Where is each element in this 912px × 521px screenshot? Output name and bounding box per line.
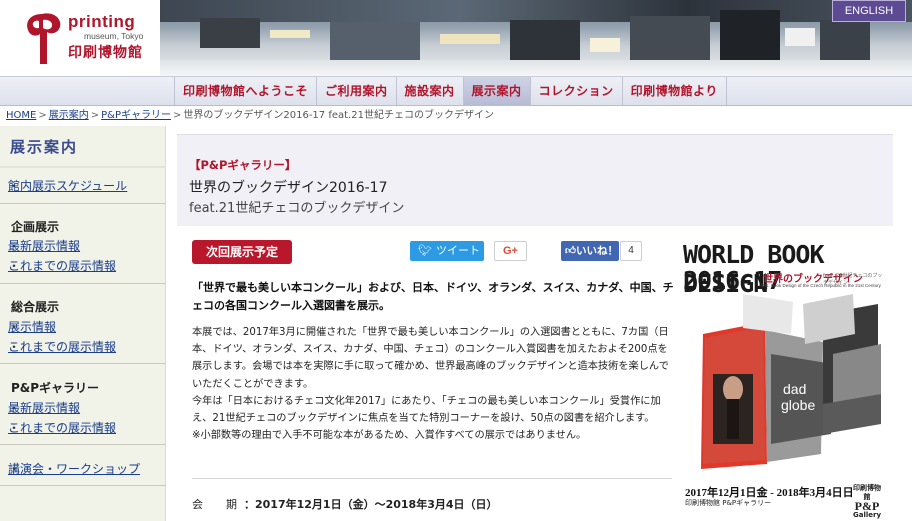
sidebar-divider [0,363,166,364]
like-count: 4 [620,241,642,261]
sidebar-link-gallery-past[interactable]: これまでの展示情報 [8,419,116,436]
description-paragraph: 今年は「日本におけるチェコ文化年2017」にあたり、「チェコの最も美しい本コンク… [192,395,661,425]
nav-item-exhibits[interactable]: 展示案内 [462,77,530,105]
poster-footer-logo-pp: P&P [854,499,880,513]
sidebar-link-special-past[interactable]: これまでの展示情報 [8,257,116,274]
breadcrumb-separator: > [38,110,47,121]
logo-text-en: printing [68,12,136,31]
sidebar-divider [0,283,166,284]
sidebar-link-label: 最新展示情報 [8,239,81,253]
period-value: ：2017年12月1日（金）～2018年3月4日（日） [244,498,498,511]
global-nav: 印刷博物館へようこそ ご利用案内 施設案内 展示案内 コレクション 印刷博物館よ… [0,76,912,106]
poster-footer: 印刷博物館 P&Pギャラリー [685,499,772,507]
nav-item-welcome[interactable]: 印刷博物館へようこそ [174,77,316,105]
sidebar-head-special: 企画展示 [11,220,60,234]
description-note: ※小部数等の理由で入手不可能な本があるため、入賞作すべての展示ではありません。 [192,430,587,442]
sidebar-link-lectures[interactable]: 講演会・ワークショップ [8,460,140,477]
exhibit-description: 本展では、2017年3月に開催された「世界で最も美しい本コンクール」の入選図書と… [192,324,674,444]
poster-book-text-globe: globe [781,397,815,413]
breadcrumb-exhibits[interactable]: 展示案内 [49,110,89,121]
nav-item-facilities[interactable]: 施設案内 [395,77,463,105]
sidebar: 展示案内 館内展示スケジュール 企画展示 最新展示情報 これまでの展示情報 総合… [0,126,166,521]
sidebar-link-general-past[interactable]: これまでの展示情報 [8,338,116,355]
breadcrumb-separator: > [172,110,182,121]
like-label: いいね！ [575,245,618,257]
exhibit-period: 会 期：2017年12月1日（金）～2018年3月4日（日） [192,496,498,512]
next-exhibit-button[interactable]: 次回展示予定 [192,240,292,264]
sidebar-link-label: これまでの展示情報 [8,340,117,354]
breadcrumb-current: 世界のブックデザイン2016-17 feat.21世紀チェコのブックデザイン [183,110,494,121]
logo-text-ja: 印刷博物館 [68,45,143,61]
sidebar-divider [0,203,166,204]
tweet-label: ツイート [435,245,480,257]
tweet-button[interactable]: 🐦︎ ツイート [410,241,484,261]
sidebar-head-general: 総合展示 [11,300,60,314]
breadcrumb-home[interactable]: HOME [6,110,36,121]
exhibit-poster[interactable]: WORLD BOOK DESIGN 2016-17 世界のブックデザイン fea… [683,236,883,521]
sidebar-divider [0,485,166,486]
header-photo: ENGLISH [160,0,912,76]
exhibit-header: 【P&Pギャラリー】 世界のブックデザイン2016-17 feat.21世紀チェ… [177,134,893,226]
poster-en-sub: feat. Book Design of the Czech Republic … [761,283,881,288]
logo-text-sub: museum, Tokyo [84,31,144,41]
sidebar-link-gallery-latest[interactable]: 最新展示情報 [8,399,80,416]
sidebar-title-divider [0,166,166,168]
exhibit-title: 世界のブックデザイン2016-17 [189,180,388,196]
exhibit-subtitle: feat.21世紀チェコのブックデザイン [189,201,405,216]
facebook-like-button[interactable]: 👍︎いいね！ [561,241,619,261]
breadcrumb: HOME > 展示案内 > P&Pギャラリー > 世界のブックデザイン2016-17 fea… [6,107,494,125]
site-header: printing museum, Tokyo 印刷博物館 ENGLISH [0,0,912,76]
period-label: 会 期 [192,498,243,511]
sidebar-link-special-latest[interactable]: 最新展示情報 [8,237,80,254]
breadcrumb-gallery[interactable]: P&Pギャラリー [101,110,171,121]
poster-footer-logo-gallery: Gallery [852,511,882,519]
printing-museum-logo-icon [27,13,61,64]
sidebar-link-label: 講演会・ワークショップ [8,462,141,476]
sidebar-title: 展示案内 [10,138,79,156]
nav-item-collection[interactable]: コレクション [529,77,622,105]
exhibit-lead: 「世界で最も美しい本コンクール」および、日本、ドイツ、オランダ、スイス、カナダ、… [192,281,674,312]
poster-books-image: dad globe [701,294,881,469]
poster-footer-logo: 印刷博物館 P&P Gallery [851,484,883,520]
description-paragraph: 本展では、2017年3月に開催された「世界で最も美しい本コンクール」の入選図書と… [192,327,669,390]
exhibit-category: 【P&Pギャラリー】 [189,158,297,172]
poster-book-text-dad: dad [783,381,806,397]
sidebar-link-label: 展示情報 [8,320,57,334]
sidebar-link-label: これまでの展示情報 [8,259,117,273]
sidebar-head-gallery: P&Pギャラリー [11,381,100,395]
breadcrumb-separator: > [90,110,100,121]
nav-item-guide[interactable]: ご利用案内 [316,77,396,105]
english-button[interactable]: ENGLISH [832,0,906,22]
sidebar-link-label: 最新展示情報 [8,401,81,415]
google-plus-button[interactable]: G+ [494,241,527,261]
site-logo[interactable]: printing museum, Tokyo 印刷博物館 [0,0,160,76]
sidebar-divider [0,444,166,445]
sidebar-link-label: これまでの展示情報 [8,421,117,435]
thumbs-up-icon: 👍︎ [565,245,576,257]
sidebar-link-schedule[interactable]: 館内展示スケジュール [8,177,127,194]
sidebar-link-label: 館内展示スケジュール [8,179,128,193]
nav-item-from-museum[interactable]: 印刷博物館より [621,77,727,105]
twitter-icon: 🐦︎ [418,245,432,257]
sidebar-link-general-info[interactable]: 展示情報 [8,318,56,335]
content-divider [192,478,672,479]
